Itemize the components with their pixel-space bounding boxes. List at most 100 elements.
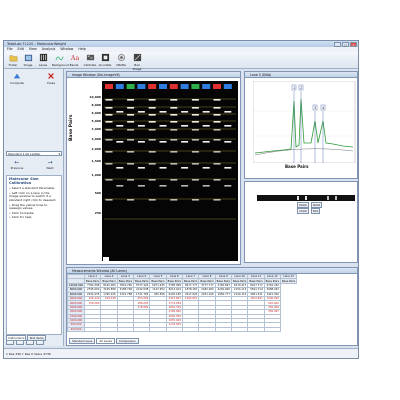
gel-band	[170, 99, 178, 101]
gel-band	[148, 121, 156, 123]
gel-band	[213, 114, 221, 116]
image-icon	[24, 54, 32, 62]
previous-label: Previous	[10, 166, 24, 170]
gel-band	[127, 114, 135, 116]
table-cell	[247, 326, 265, 333]
lane-marker[interactable]	[137, 84, 146, 89]
table-cell	[116, 326, 135, 333]
gel-band	[181, 185, 189, 187]
toolbar-bad-image-button[interactable]: Bad Image	[130, 53, 144, 71]
compute-button[interactable]: Compute	[8, 72, 26, 85]
toolbar-lanes-button[interactable]: Lanes	[36, 53, 50, 68]
gel-band	[170, 199, 178, 201]
scale-label: 8,000	[91, 103, 102, 107]
gel-band	[170, 114, 178, 116]
gel-band	[127, 151, 135, 153]
toolbar-annotate-button[interactable]: Annotate	[98, 53, 112, 68]
band-size-labels-2: 1500 500	[297, 208, 321, 214]
table-cell	[198, 326, 216, 333]
close-button[interactable]: Close	[42, 72, 60, 85]
gel-band	[159, 141, 167, 143]
lane-marker[interactable]	[223, 84, 232, 89]
gel-band	[170, 151, 178, 153]
gel-band	[159, 111, 167, 113]
toolbar-folder-button[interactable]: Folder	[6, 53, 20, 68]
lane-select-handle[interactable]	[103, 257, 109, 261]
gel-band	[105, 199, 113, 201]
toolbar-image-button[interactable]: Image	[21, 53, 35, 68]
gel-band	[191, 99, 199, 101]
lane-marker[interactable]	[191, 84, 200, 89]
table-cell	[84, 326, 102, 333]
gel-band	[148, 139, 156, 141]
scale-label: 10,000	[89, 95, 101, 99]
chart-view-icon[interactable]	[36, 340, 44, 345]
peak-label: 3	[314, 106, 316, 110]
lane-strip[interactable]	[257, 195, 355, 201]
gel-band	[127, 139, 135, 141]
image-window-header: Image Window (Gel-ImageV6)	[67, 72, 240, 78]
gel-band	[191, 179, 199, 181]
gel-band	[105, 163, 113, 165]
ladder-select[interactable]: Standard 1 kb Ladder ▾	[6, 151, 62, 156]
minimize-button[interactable]: _	[334, 41, 341, 47]
gel-band	[116, 125, 124, 127]
lane-marker[interactable]	[115, 84, 124, 89]
tab-all-lanes[interactable]: All Lanes	[96, 338, 115, 344]
gel-band	[191, 129, 199, 131]
gel-band	[224, 167, 232, 169]
lane-marker[interactable]	[105, 84, 113, 89]
scale-label: 2,000	[91, 147, 102, 151]
lane-profile-title: Lane 5 (DNA)	[250, 73, 272, 77]
window-controls: _ □ ×	[334, 41, 357, 47]
toolbar-bands-button[interactable]: Aa Bands	[67, 53, 81, 68]
toolbar-label: CBAMs	[116, 63, 126, 67]
lane-marker[interactable]	[202, 84, 211, 89]
gel-band	[116, 185, 124, 187]
table-view-icon[interactable]	[26, 340, 34, 345]
gel-image[interactable]	[102, 81, 238, 261]
gel-band	[148, 199, 156, 201]
previous-button[interactable]: ← Previous	[7, 159, 27, 170]
lanes-icon	[39, 53, 47, 62]
gel-svg	[103, 84, 236, 261]
gel-band	[137, 141, 145, 143]
lane-marker[interactable]	[180, 84, 189, 89]
compute-label: Compute	[10, 81, 24, 85]
lane-marker[interactable]	[213, 84, 221, 89]
subheader-cell: Base Pairs	[279, 278, 298, 284]
gel-band	[213, 163, 221, 165]
table-row[interactable]: 250.000	[67, 326, 297, 333]
next-button[interactable]: → Next	[40, 159, 60, 170]
toolbar-background-button[interactable]: Background	[52, 53, 69, 68]
gel-band	[148, 129, 156, 131]
profile-plot[interactable]: 1 23 4	[253, 81, 357, 163]
close-window-button[interactable]: ×	[350, 41, 357, 47]
lane-marker[interactable]	[126, 84, 135, 89]
gel-band	[105, 129, 113, 131]
lane-marker[interactable]	[148, 84, 157, 89]
toolbar-cbams-button[interactable]: CBAMs	[114, 53, 128, 68]
gel-band	[105, 151, 113, 153]
lane-marker[interactable]	[169, 84, 178, 89]
scale-label: 5,000	[91, 119, 102, 123]
svg-text:Aa: Aa	[70, 55, 79, 62]
image-view-icon[interactable]	[16, 340, 24, 345]
maximize-button[interactable]: □	[342, 41, 349, 47]
measurements-title: Measurements Window (All Lanes)	[72, 269, 127, 273]
gel-band	[116, 111, 124, 113]
grid-view-icon[interactable]	[6, 340, 14, 345]
toolbar-calibrate-button[interactable]: Calibrate	[83, 53, 97, 68]
gel-band	[116, 141, 124, 143]
lane-marker[interactable]	[159, 84, 167, 89]
tab-comparison[interactable]: Comparison	[115, 338, 139, 344]
gel-band	[159, 167, 167, 169]
help-link[interactable]: • Click for help.	[9, 216, 59, 220]
gel-band	[127, 179, 135, 181]
tab-standard-lane[interactable]: Standard Lane	[69, 338, 96, 344]
peak-label: 2	[300, 86, 302, 90]
ladder-select-value: Standard 1 kb Ladder	[8, 152, 41, 156]
calibrate-icon	[86, 54, 94, 61]
status-bar: 1 Ras 336 Y Ras 0 Value 4736	[4, 348, 358, 358]
gel-band	[116, 167, 124, 169]
